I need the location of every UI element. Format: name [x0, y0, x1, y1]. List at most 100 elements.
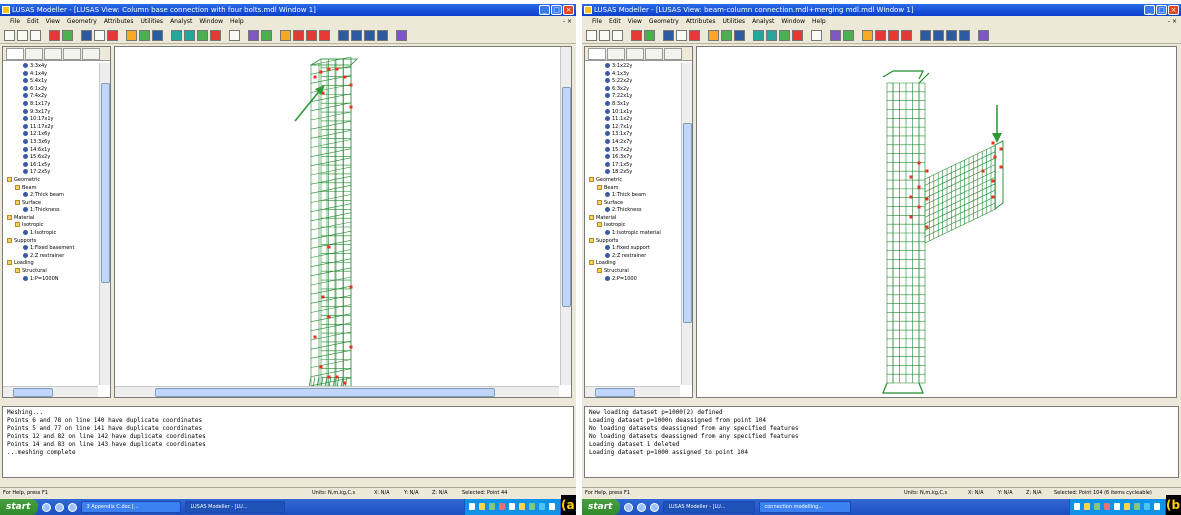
- properties-icon[interactable]: [708, 30, 719, 41]
- panel-a-tree-vertical-scrollbar[interactable]: [99, 63, 110, 385]
- dimension-icon[interactable]: [261, 30, 272, 41]
- panel-a-view-vertical-scrollbar[interactable]: [560, 47, 571, 385]
- tree-folder-item[interactable]: Isotropic: [3, 222, 98, 230]
- close-icon[interactable]: ×: [1168, 5, 1179, 15]
- taskbar-task-lusas[interactable]: LUSAS Modeller - [LU...: [185, 501, 286, 513]
- tree-attribute-item[interactable]: 16:1x5y: [3, 161, 98, 170]
- tree-attribute-item[interactable]: 4:1x4y: [3, 70, 98, 79]
- select-icon[interactable]: [62, 30, 73, 41]
- tree-folder-item[interactable]: Loading: [585, 260, 680, 268]
- tree-folder-item[interactable]: Supports: [585, 237, 680, 246]
- tree-attribute-item[interactable]: 1:Fixed basement: [3, 245, 98, 253]
- tree-folder-item[interactable]: Beam: [3, 184, 98, 193]
- copy-icon[interactable]: [94, 30, 105, 41]
- zoom-window-icon[interactable]: [779, 30, 790, 41]
- menu-view[interactable]: View: [46, 16, 60, 28]
- quicklaunch-icon[interactable]: [650, 502, 660, 512]
- tree-attribute-item[interactable]: 3:3x4y: [3, 63, 98, 71]
- save-file-icon[interactable]: [612, 30, 623, 41]
- tree-folder-item[interactable]: Surface: [585, 199, 680, 208]
- check-icon[interactable]: [139, 30, 150, 41]
- view-iso-icon[interactable]: [377, 30, 388, 41]
- new-file-icon[interactable]: [586, 30, 597, 41]
- tree-attribute-item[interactable]: 13:3x6y: [3, 138, 98, 147]
- tree-attribute-item[interactable]: 17:1x5y: [585, 161, 680, 170]
- menu-window[interactable]: Window: [199, 16, 223, 28]
- tab-layers[interactable]: [588, 48, 606, 60]
- tree-folder-item[interactable]: Geometric: [3, 176, 98, 185]
- view-z-icon[interactable]: [946, 30, 957, 41]
- zoom-window-icon[interactable]: [197, 30, 208, 41]
- tree-attribute-item[interactable]: 2:Thickness: [585, 207, 680, 215]
- menu-view[interactable]: View: [628, 16, 642, 28]
- fit-view-icon[interactable]: [210, 30, 221, 41]
- panel-a-view-horizontal-scrollbar[interactable]: [115, 386, 559, 397]
- tab-loadcases[interactable]: [645, 48, 663, 60]
- tree-attribute-item[interactable]: 8:3x1y: [585, 100, 680, 109]
- cut-icon[interactable]: [81, 30, 92, 41]
- surface-icon[interactable]: [888, 30, 899, 41]
- tree-attribute-item[interactable]: 1:Thick beam: [585, 192, 680, 200]
- tree-attribute-item[interactable]: 14:2x7y: [585, 138, 680, 147]
- tree-folder-item[interactable]: Geometric: [585, 176, 680, 185]
- tree-attribute-item[interactable]: 10:17x1y: [3, 116, 98, 124]
- grid-icon[interactable]: [229, 30, 240, 41]
- tree-folder-item[interactable]: Loading: [3, 260, 98, 268]
- delete-icon[interactable]: [631, 30, 642, 41]
- open-file-icon[interactable]: [599, 30, 610, 41]
- minimize-icon[interactable]: _: [539, 5, 550, 15]
- mesh-icon[interactable]: [152, 30, 163, 41]
- tree-attribute-item[interactable]: 12:7x1y: [585, 123, 680, 132]
- tree-attribute-item[interactable]: 11:17x2y: [3, 123, 98, 132]
- menu-attributes[interactable]: Attributes: [104, 16, 134, 28]
- tree-folder-item[interactable]: Supports: [3, 237, 98, 246]
- menu-help[interactable]: Help: [812, 16, 826, 28]
- tree-attribute-item[interactable]: 10:1x1y: [585, 108, 680, 117]
- tab-utilities[interactable]: [82, 48, 100, 60]
- maximize-icon[interactable]: □: [1156, 5, 1167, 15]
- tab-attributes[interactable]: [626, 48, 644, 60]
- menu-edit[interactable]: Edit: [609, 16, 621, 28]
- check-icon[interactable]: [721, 30, 732, 41]
- volume-icon[interactable]: [319, 30, 330, 41]
- point-icon[interactable]: [862, 30, 873, 41]
- save-file-icon[interactable]: [30, 30, 41, 41]
- delete-icon[interactable]: [49, 30, 60, 41]
- tree-attribute-item[interactable]: 2:Z restrainer: [3, 252, 98, 261]
- tree-attribute-item[interactable]: 2:Thick beam: [3, 192, 98, 200]
- tree-attribute-item[interactable]: 1:Thickness: [3, 207, 98, 215]
- tree-attribute-item[interactable]: 3:1x22y: [585, 63, 680, 71]
- tree-attribute-item[interactable]: 1:fixed support: [585, 245, 680, 253]
- view-x-icon[interactable]: [338, 30, 349, 41]
- measure-icon[interactable]: [248, 30, 259, 41]
- tree-attribute-item[interactable]: 12:1x6y: [3, 131, 98, 139]
- rotate-icon[interactable]: [978, 30, 989, 41]
- tree-attribute-item[interactable]: 7:4x2y: [3, 93, 98, 101]
- tree-attribute-item[interactable]: 2:P=1000: [585, 275, 680, 284]
- panel-b-tree-horizontal-scrollbar[interactable]: [585, 386, 680, 397]
- mesh-icon[interactable]: [734, 30, 745, 41]
- menu-geometry[interactable]: Geometry: [649, 16, 679, 28]
- tree-folder-item[interactable]: Structural: [3, 268, 98, 276]
- open-file-icon[interactable]: [17, 30, 28, 41]
- panel-b-tree-vertical-scrollbar[interactable]: [681, 63, 692, 385]
- measure-icon[interactable]: [830, 30, 841, 41]
- tree-folder-item[interactable]: Isotropic: [585, 222, 680, 230]
- tree-attribute-item[interactable]: 7:22x1y: [585, 93, 680, 101]
- zoom-out-icon[interactable]: [184, 30, 195, 41]
- cut-icon[interactable]: [663, 30, 674, 41]
- quicklaunch-icon[interactable]: [68, 502, 78, 512]
- close-icon[interactable]: ×: [563, 5, 574, 15]
- view-y-icon[interactable]: [933, 30, 944, 41]
- quicklaunch-icon[interactable]: [55, 502, 65, 512]
- view-x-icon[interactable]: [920, 30, 931, 41]
- tab-utilities[interactable]: [664, 48, 682, 60]
- menu-file[interactable]: File: [10, 16, 20, 28]
- volume-icon[interactable]: [901, 30, 912, 41]
- copy-icon[interactable]: [676, 30, 687, 41]
- menu-analyst[interactable]: Analyst: [752, 16, 774, 28]
- menu-help[interactable]: Help: [230, 16, 244, 28]
- tab-loadcases[interactable]: [63, 48, 81, 60]
- grid-icon[interactable]: [811, 30, 822, 41]
- tree-attribute-item[interactable]: 6:1x2y: [3, 85, 98, 94]
